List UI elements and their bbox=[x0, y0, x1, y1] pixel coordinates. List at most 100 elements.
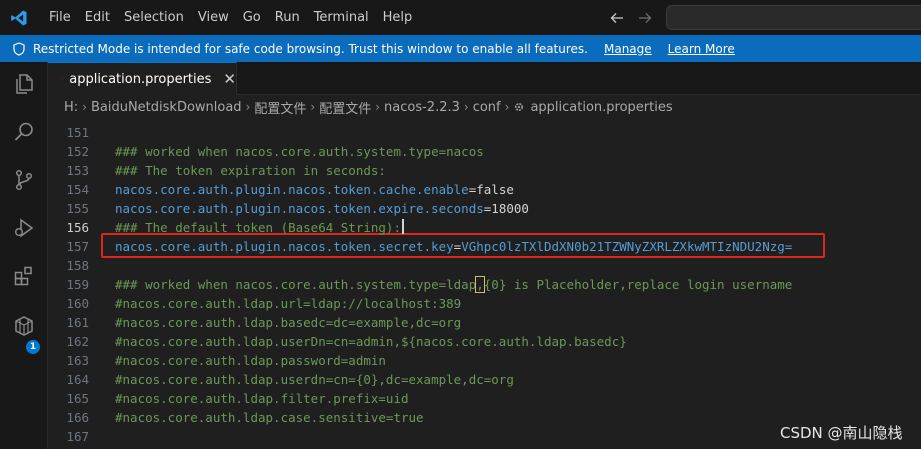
code-token: #nacos.core.auth.ldap.filter.prefix=uid bbox=[115, 391, 409, 406]
line-number: 161 bbox=[66, 315, 89, 330]
code-token: ### worked when nacos.core.auth.system.t… bbox=[115, 144, 484, 159]
breadcrumb: H: › BaiduNetdiskDownload › 配置文件 › 配置文件 … bbox=[48, 95, 921, 119]
line-number: 165 bbox=[66, 391, 89, 406]
code-line[interactable]: 155 nacos.core.auth.plugin.nacos.token.ex… bbox=[48, 199, 921, 218]
code-line[interactable]: 164 #nacos.core.auth.ldap.userdn=cn={0},d… bbox=[48, 370, 921, 389]
code-line[interactable]: 163 #nacos.core.auth.ldap.password=admin bbox=[48, 351, 921, 370]
code-line[interactable]: 151 bbox=[48, 123, 921, 142]
breadcrumb-folder[interactable]: BaiduNetdiskDownload bbox=[91, 100, 242, 115]
code-token: nacos.core.auth.plugin.nacos.token.expir… bbox=[115, 201, 484, 216]
menu-selection[interactable]: Selection bbox=[117, 0, 191, 35]
line-code: ### worked when nacos.core.auth.system.t… bbox=[115, 275, 792, 294]
files-icon[interactable] bbox=[12, 72, 36, 96]
code-line[interactable]: 157 nacos.core.auth.plugin.nacos.token.se… bbox=[48, 237, 921, 256]
line-number: 163 bbox=[66, 353, 89, 368]
activity-bar: 1 bbox=[0, 62, 48, 449]
line-number: 160 bbox=[66, 296, 89, 311]
title-bar: File Edit Selection View Go Run Terminal… bbox=[0, 0, 921, 35]
menu-run[interactable]: Run bbox=[268, 0, 307, 35]
chevron-right-icon: › bbox=[245, 100, 251, 114]
close-icon[interactable]: ✕ bbox=[223, 70, 236, 88]
code-line[interactable]: 162 #nacos.core.auth.ldap.userDn=cn=admin… bbox=[48, 332, 921, 351]
breadcrumb-folder[interactable]: 配置文件 bbox=[254, 98, 306, 117]
menu-edit[interactable]: Edit bbox=[78, 0, 117, 35]
code-line[interactable]: 158 bbox=[48, 256, 921, 275]
menu-help[interactable]: Help bbox=[376, 0, 420, 35]
breadcrumb-folder[interactable]: 配置文件 bbox=[319, 98, 371, 117]
chevron-right-icon: › bbox=[504, 100, 510, 114]
line-code: ### The default token (Base64 String): bbox=[115, 218, 404, 237]
code-line[interactable]: 152 ### worked when nacos.core.auth.syste… bbox=[48, 142, 921, 161]
line-number: 159 bbox=[66, 277, 89, 292]
chevron-right-icon: › bbox=[82, 100, 87, 114]
command-center-search[interactable] bbox=[666, 5, 921, 30]
shield-icon bbox=[13, 41, 25, 56]
code-line[interactable]: 156 ### The default token (Base64 String)… bbox=[48, 218, 921, 237]
remote-explorer-icon[interactable] bbox=[12, 314, 36, 338]
code-token: nacos.core.auth.plugin.nacos.token.cache… bbox=[115, 182, 469, 197]
line-code: ### worked when nacos.core.auth.system.t… bbox=[115, 142, 484, 161]
line-number: 166 bbox=[66, 410, 89, 425]
line-code: ### The token expiration in seconds: bbox=[115, 161, 386, 180]
code-token: ### The token expiration in seconds: bbox=[115, 163, 386, 178]
search-icon[interactable] bbox=[12, 120, 36, 144]
text-cursor bbox=[401, 219, 404, 234]
code-token: {0} is Placeholder,replace login usernam… bbox=[483, 277, 793, 292]
line-code: nacos.core.auth.plugin.nacos.token.expir… bbox=[115, 199, 529, 218]
code-token: #nacos.core.auth.ldap.case.sensitive=tru… bbox=[115, 410, 424, 425]
line-number: 151 bbox=[66, 125, 89, 140]
line-code: #nacos.core.auth.ldap.userDn=cn=admin,${… bbox=[115, 332, 627, 351]
code-token: nacos.core.auth.plugin.nacos.token.secre… bbox=[115, 239, 454, 254]
line-code: #nacos.core.auth.ldap.basedc=dc=example,… bbox=[115, 313, 461, 332]
breadcrumb-folder[interactable]: nacos-2.2.3 bbox=[384, 100, 460, 115]
gear-icon bbox=[62, 78, 64, 80]
extensions-icon[interactable] bbox=[12, 264, 36, 288]
code-line[interactable]: 161 #nacos.core.auth.ldap.basedc=dc=examp… bbox=[48, 313, 921, 332]
extensions-badge: 1 bbox=[26, 340, 40, 354]
code-token: #nacos.core.auth.ldap.password=admin bbox=[115, 353, 386, 368]
chevron-right-icon: › bbox=[310, 100, 316, 114]
source-control-icon[interactable] bbox=[12, 168, 36, 192]
code-line[interactable]: 165 #nacos.core.auth.ldap.filter.prefix=u… bbox=[48, 389, 921, 408]
restricted-mode-banner: Restricted Mode is intended for safe cod… bbox=[0, 35, 921, 62]
line-code: #nacos.core.auth.ldap.password=admin bbox=[115, 351, 386, 370]
menu-go[interactable]: Go bbox=[236, 0, 268, 35]
menu-bar: File Edit Selection View Go Run Terminal… bbox=[42, 0, 419, 35]
editor-tabs: application.properties ✕ bbox=[48, 62, 921, 95]
line-number: 157 bbox=[66, 239, 89, 254]
breadcrumb-drive[interactable]: H: bbox=[64, 100, 78, 115]
chevron-right-icon: › bbox=[375, 100, 381, 114]
breadcrumb-folder[interactable]: conf bbox=[473, 100, 501, 115]
tab-application-properties[interactable]: application.properties ✕ bbox=[48, 62, 237, 95]
line-number: 153 bbox=[66, 163, 89, 178]
watermark: CSDN @南山隐栈 bbox=[780, 424, 903, 442]
code-token: , bbox=[475, 276, 485, 293]
manage-link[interactable]: Manage bbox=[604, 42, 652, 56]
gear-icon bbox=[515, 102, 524, 112]
code-token: ### The default token (Base64 String): bbox=[115, 220, 401, 235]
breadcrumb-file[interactable]: application.properties bbox=[530, 100, 672, 115]
code-token: 18000 bbox=[491, 201, 529, 216]
code-line[interactable]: 153 ### The token expiration in seconds: bbox=[48, 161, 921, 180]
code-token: false bbox=[476, 182, 514, 197]
back-arrow-icon[interactable] bbox=[608, 9, 626, 27]
forward-arrow-icon[interactable] bbox=[636, 9, 654, 27]
code-line[interactable]: 160 #nacos.core.auth.ldap.url=ldap://loca… bbox=[48, 294, 921, 313]
chevron-right-icon: › bbox=[463, 100, 469, 114]
code-token: #nacos.core.auth.ldap.userdn=cn={0},dc=e… bbox=[115, 372, 514, 387]
banner-message: Restricted Mode is intended for safe cod… bbox=[33, 41, 588, 56]
code-line[interactable]: 154 nacos.core.auth.plugin.nacos.token.ca… bbox=[48, 180, 921, 199]
code-token: #nacos.core.auth.ldap.url=ldap://localho… bbox=[115, 296, 462, 311]
menu-terminal[interactable]: Terminal bbox=[307, 0, 376, 35]
line-code: #nacos.core.auth.ldap.userdn=cn={0},dc=e… bbox=[115, 370, 514, 389]
run-debug-icon[interactable] bbox=[12, 216, 36, 240]
code-token: #nacos.core.auth.ldap.userDn=cn=admin,${… bbox=[115, 334, 627, 349]
code-token: ### worked when nacos.core.auth.system.t… bbox=[115, 277, 477, 292]
navigation-arrows bbox=[608, 9, 654, 27]
code-line[interactable]: 159 ### worked when nacos.core.auth.syste… bbox=[48, 275, 921, 294]
code-editor[interactable]: 151 152 ### worked when nacos.core.auth.sy… bbox=[48, 119, 921, 449]
menu-view[interactable]: View bbox=[191, 0, 236, 35]
menu-file[interactable]: File bbox=[42, 0, 78, 35]
learn-more-link[interactable]: Learn More bbox=[668, 42, 735, 56]
code-token: VGhpc0lzTXlDdXN0b21TZWNyZXRLZXkwMTIzNDU2… bbox=[461, 239, 793, 254]
